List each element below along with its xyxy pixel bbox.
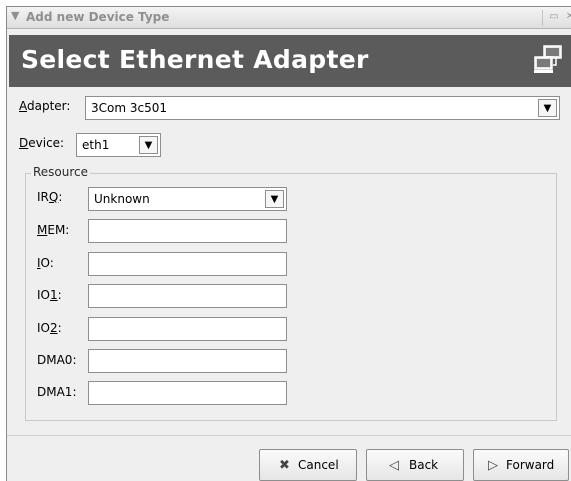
- cancel-button-label: Cancel: [298, 458, 339, 472]
- chevron-down-icon[interactable]: ▼: [538, 99, 557, 117]
- chevron-down-icon[interactable]: ▼: [139, 136, 158, 154]
- io2-field[interactable]: [88, 317, 287, 341]
- back-button[interactable]: ◁ Back: [366, 449, 464, 481]
- window-title: Add new Device Type: [26, 10, 170, 24]
- device-label-rest: evice:: [28, 136, 65, 150]
- mem-label: MEM:: [37, 223, 70, 237]
- title-bar[interactable]: ▼ Add new Device Type ▭ ✕: [7, 7, 571, 29]
- dialog-window: ▼ Add new Device Type ▭ ✕ Select Etherne…: [6, 6, 571, 481]
- title-bar-separator: [542, 10, 543, 26]
- chevron-down-icon[interactable]: ▼: [11, 9, 19, 22]
- cancel-x-icon: ✖: [279, 458, 290, 473]
- dma0-label: DMA0:: [37, 353, 77, 367]
- adapter-select[interactable]: 3Com 3c501 ▼: [85, 96, 560, 120]
- io-label: IO:: [37, 256, 54, 270]
- page-title: Select Ethernet Adapter: [21, 45, 369, 74]
- back-button-label: Back: [409, 458, 439, 472]
- io-field[interactable]: [88, 252, 287, 276]
- io1-label: IO1:: [37, 288, 62, 302]
- adapter-label: Adapter:: [19, 99, 71, 113]
- back-arrow-icon: ◁: [389, 458, 399, 473]
- divider: [7, 435, 571, 436]
- mem-field[interactable]: [88, 219, 287, 243]
- device-select[interactable]: eth1 ▼: [76, 133, 161, 157]
- close-icon[interactable]: ✕: [563, 11, 571, 24]
- chevron-down-icon[interactable]: ▼: [265, 190, 284, 208]
- irq-label: IRQ:: [37, 190, 63, 204]
- adapter-value: 3Com 3c501: [91, 101, 167, 115]
- device-value: eth1: [82, 138, 110, 152]
- device-label: Device:: [19, 136, 65, 150]
- dma1-field[interactable]: [88, 381, 287, 405]
- irq-select[interactable]: Unknown ▼: [88, 187, 287, 211]
- resource-frame-label: Resource: [31, 165, 91, 179]
- network-computers-icon: [534, 45, 562, 73]
- dma0-field[interactable]: [88, 349, 287, 373]
- adapter-label-rest: dapter:: [27, 99, 71, 113]
- header-banner: Select Ethernet Adapter: [9, 35, 571, 87]
- io2-label: IO2:: [37, 321, 62, 335]
- forward-button-label: Forward: [506, 458, 555, 472]
- forward-button[interactable]: ▷ Forward: [473, 449, 569, 481]
- irq-value: Unknown: [94, 192, 150, 206]
- cancel-button[interactable]: ✖ Cancel: [259, 449, 357, 481]
- dma1-label: DMA1:: [37, 385, 77, 399]
- io1-field[interactable]: [88, 284, 287, 308]
- minimize-icon[interactable]: ▭: [547, 11, 561, 24]
- forward-arrow-icon: ▷: [488, 458, 498, 473]
